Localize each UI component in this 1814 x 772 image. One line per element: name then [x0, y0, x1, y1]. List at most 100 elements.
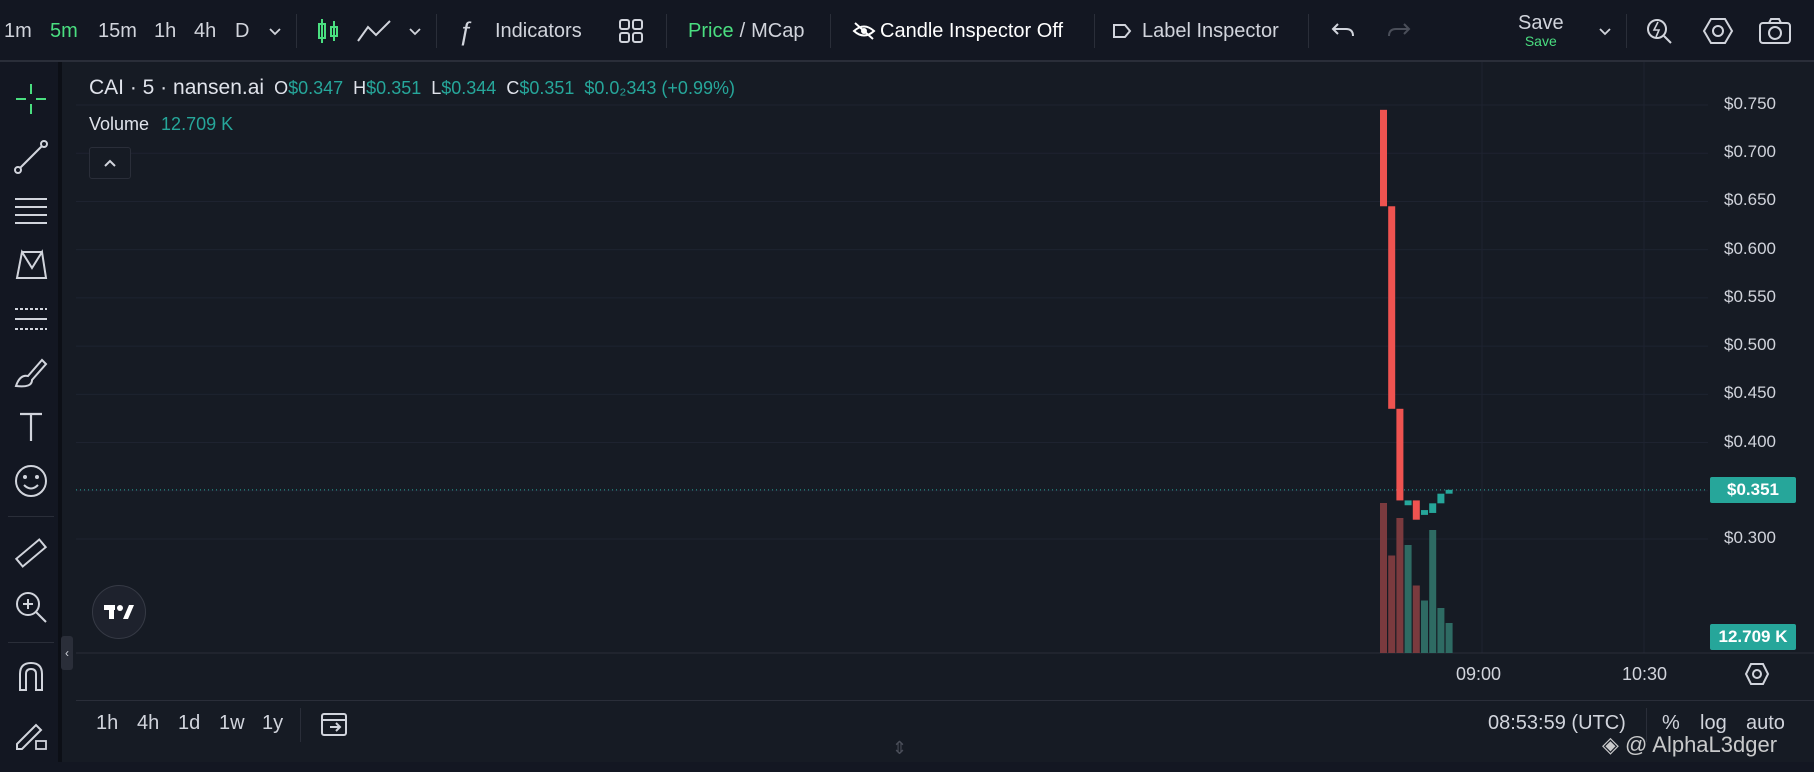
quick-search-icon[interactable] [1644, 0, 1674, 62]
indicators-button[interactable]: Indicators [495, 0, 582, 62]
close-key: C [506, 78, 520, 98]
range-1d[interactable]: 1d [178, 712, 200, 735]
candle [1388, 206, 1396, 409]
price-option[interactable]: Price [688, 20, 734, 43]
tradingview-logo[interactable] [92, 585, 146, 639]
volume-bar [1404, 545, 1412, 653]
volume-bar [1429, 530, 1437, 653]
magnet-icon[interactable] [10, 656, 52, 698]
camera-icon[interactable] [1758, 0, 1792, 62]
volume-bar [1396, 518, 1404, 653]
price-chart[interactable] [76, 62, 1814, 702]
redo-icon[interactable] [1386, 0, 1412, 62]
collapse-legend-button[interactable] [89, 147, 131, 179]
interval-1h[interactable]: 1h [154, 0, 176, 62]
undo-icon[interactable] [1330, 0, 1356, 62]
open-key: O [274, 78, 289, 98]
interval-5m[interactable]: 5m [50, 0, 78, 62]
divider [436, 14, 437, 48]
volume-legend: Volume 12.709 K [89, 114, 233, 135]
candle [1396, 408, 1404, 501]
label-inspector-button[interactable]: Label Inspector [1142, 0, 1279, 62]
ruler-icon[interactable] [10, 532, 52, 574]
divider [1308, 14, 1309, 48]
interval-d[interactable]: D [235, 0, 249, 62]
range-1h[interactable]: 1h [96, 712, 118, 735]
time-tick: 09:00 [1456, 664, 1502, 684]
price-mcap-toggle[interactable]: Price / MCap [688, 0, 805, 62]
volume-value: 12.709 K [161, 114, 234, 134]
chevron-down-icon[interactable] [266, 0, 284, 62]
text-tool-icon[interactable] [10, 406, 52, 448]
volume-label: Volume [89, 114, 150, 134]
resize-handle-icon[interactable]: ⇕ [892, 738, 907, 759]
range-1w[interactable]: 1w [219, 712, 245, 735]
price-tick: $0.500 [1724, 335, 1776, 355]
binance-logo-icon: ◈ [1602, 732, 1619, 757]
collapse-toolbar-handle[interactable]: ‹ [61, 636, 73, 670]
volume-bar [1421, 600, 1428, 653]
low-key: L [431, 78, 442, 98]
slash-separator: / [739, 19, 746, 42]
current-price-badge: $0.351 [1710, 476, 1796, 503]
chart-legend: CAI · 5 · nansen.ai O$0.347 H$0.351 L$0.… [89, 76, 735, 100]
price-tick: $0.400 [1724, 431, 1776, 451]
watermark-text: @ AlphaL3dger [1625, 732, 1778, 757]
interval-1m[interactable]: 1m [4, 0, 32, 62]
zoom-in-icon[interactable] [10, 586, 52, 628]
candle-inspector-button[interactable]: Candle Inspector Off [880, 0, 1063, 62]
candle [1412, 500, 1420, 520]
crosshair-icon[interactable] [10, 78, 52, 120]
interval-4h[interactable]: 4h [194, 0, 216, 62]
label-tag-icon[interactable] [1112, 0, 1132, 62]
trend-line-icon[interactable] [10, 136, 52, 178]
price-tick: $0.300 [1724, 528, 1776, 547]
symbol-title[interactable]: CAI · 5 · nansen.ai [89, 76, 264, 100]
volume-bar [1412, 585, 1420, 653]
forecast-icon[interactable] [10, 298, 52, 340]
chevron-down-icon[interactable] [406, 0, 424, 62]
price-tick: $0.600 [1724, 238, 1776, 258]
divider [1094, 14, 1095, 48]
divider [1626, 14, 1627, 48]
candle [1380, 109, 1387, 207]
emoji-icon[interactable] [10, 460, 52, 502]
volume-bar [1380, 503, 1387, 653]
save-button[interactable]: Save Save [1518, 0, 1564, 62]
mcap-option[interactable]: MCap [751, 20, 804, 43]
candle [1445, 489, 1453, 494]
high-value: $0.351 [366, 78, 422, 98]
divider [300, 708, 301, 742]
candle [1404, 500, 1412, 506]
axis-settings-icon[interactable] [1744, 662, 1770, 691]
goto-date-icon[interactable] [320, 710, 350, 743]
price-tick: $0.750 [1724, 94, 1776, 113]
lock-drawings-icon[interactable] [10, 712, 52, 754]
candles-icon[interactable] [314, 0, 342, 62]
range-1y[interactable]: 1y [262, 712, 283, 735]
chevron-down-icon[interactable] [1596, 0, 1614, 62]
candle [1421, 510, 1428, 515]
save-label: Save [1518, 12, 1564, 35]
save-status: Save [1524, 33, 1557, 50]
range-4h[interactable]: 4h [137, 712, 159, 735]
low-value: $0.344 [441, 78, 497, 98]
candle [1429, 503, 1437, 513]
interval-15m[interactable]: 15m [98, 0, 137, 62]
divider [666, 14, 667, 48]
chevron-up-icon [104, 159, 116, 167]
line-chart-icon[interactable] [356, 0, 392, 62]
fib-lines-icon[interactable] [10, 190, 52, 232]
high-key: H [353, 78, 367, 98]
brush-icon[interactable] [10, 352, 52, 394]
pattern-icon[interactable] [10, 244, 52, 286]
eye-off-icon[interactable] [852, 0, 876, 62]
settings-icon[interactable] [1702, 0, 1734, 62]
price-tick: $0.650 [1724, 190, 1776, 210]
change-value: $0.0₂343 (+0.99%) [584, 78, 735, 98]
divider [296, 14, 297, 48]
open-value: $0.347 [288, 78, 344, 98]
close-value: $0.351 [519, 78, 575, 98]
fx-icon[interactable]: ƒ [458, 0, 472, 62]
layout-grid-icon[interactable] [618, 0, 644, 62]
